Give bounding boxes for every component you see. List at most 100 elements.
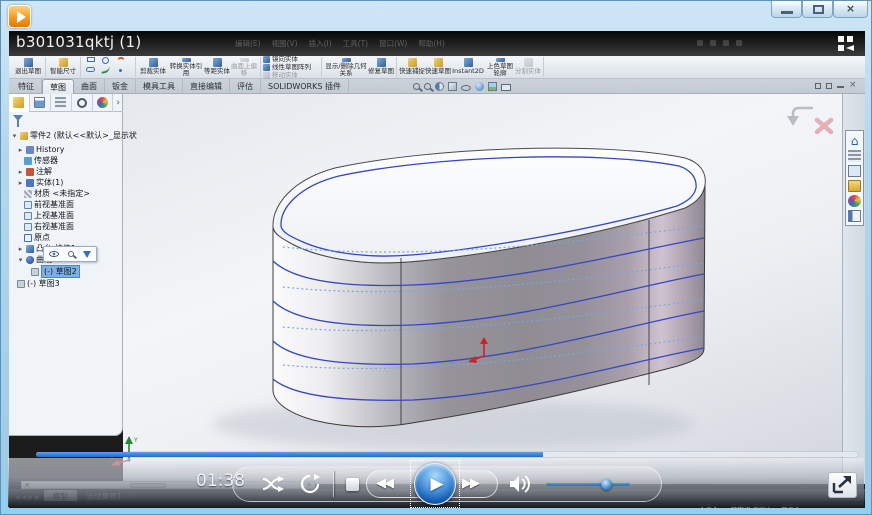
move-entities-icon xyxy=(263,72,270,79)
tree-item-sketch3[interactable]: (-) 草图3 xyxy=(17,278,60,289)
window-close-button[interactable]: × xyxy=(833,1,868,18)
titlebar[interactable]: × xyxy=(1,1,872,31)
edit-appearance-icon[interactable] xyxy=(475,82,484,91)
rewind-button[interactable]: ◀◀ xyxy=(376,476,392,491)
doc-minimize-icon[interactable] xyxy=(837,86,844,88)
featuremanager-tab[interactable] xyxy=(9,94,30,112)
annotations-icon xyxy=(26,168,34,176)
slot-icon[interactable] xyxy=(86,67,95,72)
normal-to-icon[interactable] xyxy=(83,251,91,258)
tree-item-front-plane[interactable]: 前视基准面 xyxy=(24,199,74,210)
video-title: b301031qktj (1) xyxy=(16,33,142,51)
fast-forward-button[interactable]: ▶▶ xyxy=(462,476,478,491)
seek-bar[interactable] xyxy=(36,452,858,457)
shuffle-button[interactable] xyxy=(262,475,286,493)
tree-item-material[interactable]: 材质 <未指定> xyxy=(24,188,90,199)
tab-sketch[interactable]: 草图 xyxy=(42,79,74,94)
design-library-icon[interactable] xyxy=(848,165,861,177)
material-icon xyxy=(24,190,32,198)
arc-icon[interactable] xyxy=(117,57,125,65)
zoom-fit-icon[interactable] xyxy=(413,83,420,90)
spline-icon[interactable] xyxy=(100,66,110,74)
volume-button[interactable] xyxy=(508,474,534,494)
mirror-entities-button[interactable]: 镜向实体 xyxy=(263,56,319,63)
file-explorer-icon[interactable] xyxy=(848,180,861,192)
fullscreen-button[interactable] xyxy=(828,472,857,498)
hide-show-items-icon[interactable] xyxy=(461,85,471,91)
tree-item-right-plane[interactable]: 右视基准面 xyxy=(24,221,74,232)
model-viewport[interactable] xyxy=(123,94,845,484)
window-minimize-button[interactable] xyxy=(771,1,802,18)
dimxpert-tab[interactable] xyxy=(72,94,93,112)
tree-item-sensors[interactable]: 传感器 xyxy=(24,155,58,166)
section-view-icon[interactable] xyxy=(435,82,444,91)
circle-icon[interactable] xyxy=(102,57,109,64)
tree-item-top-plane[interactable]: 上视基准面 xyxy=(24,210,74,221)
tab-evaluate[interactable]: 评估 xyxy=(230,79,261,94)
doc-new-window-icon[interactable] xyxy=(826,83,832,89)
tree-item-origin[interactable]: 原点 xyxy=(24,232,50,243)
trim-entities-button[interactable]: 剪裁实体 xyxy=(138,57,168,77)
propertymanager-tab[interactable] xyxy=(30,94,51,112)
view-orientation-icon[interactable] xyxy=(448,82,457,91)
resources-icon[interactable] xyxy=(848,150,861,162)
volume-slider[interactable] xyxy=(546,483,630,486)
history-icon xyxy=(26,146,34,154)
panel-overflow-chevron[interactable]: › xyxy=(113,98,123,108)
instant2d-icon xyxy=(464,58,473,67)
tree-item-annotations[interactable]: ▸注解 xyxy=(17,166,52,177)
convert-entities-button[interactable]: 转换实体引用 xyxy=(168,57,204,77)
hide-show-icon[interactable] xyxy=(49,251,59,257)
display-delete-relations-button[interactable]: 显示/删除几何关系 xyxy=(324,57,368,77)
play-button[interactable]: ▶ xyxy=(414,463,456,505)
tree-root-part[interactable]: ▾ 零件2 (默认<<默认>_显示状 xyxy=(11,130,137,141)
instant2d-button[interactable]: Instant2D xyxy=(451,57,485,77)
point-icon[interactable] xyxy=(119,69,122,72)
rectangle-icon[interactable] xyxy=(87,57,95,62)
view-settings-icon[interactable] xyxy=(501,84,511,91)
tree-item-history[interactable]: ▸History xyxy=(17,144,64,155)
tree-item-sketch2[interactable]: (-) 草图2 xyxy=(31,266,80,277)
doc-close-icon[interactable]: × xyxy=(849,81,857,90)
exit-sketch-button[interactable]: 退出草图 xyxy=(13,57,43,77)
tree-item-solid-bodies[interactable]: ▸实体(1) xyxy=(17,177,63,188)
tab-mold-tools[interactable]: 模具工具 xyxy=(136,79,183,94)
confirmation-corner[interactable] xyxy=(787,108,831,132)
offset-entities-button[interactable]: 等距实体 xyxy=(204,57,230,77)
quick-snaps-button[interactable]: 快速捕捉 xyxy=(399,57,425,77)
custom-properties-icon[interactable] xyxy=(848,210,861,222)
doc-restore-icon[interactable] xyxy=(815,83,821,89)
zoom-to-selection-icon[interactable] xyxy=(68,251,74,257)
menu-tools: 工具(T) xyxy=(343,38,368,49)
tab-features[interactable]: 特征 xyxy=(11,79,42,94)
rapid-sketch-button[interactable]: 快速草图 xyxy=(425,57,451,77)
cancel-sketch-icon[interactable] xyxy=(817,120,831,132)
app-play-icon xyxy=(8,5,31,28)
sketch-entities-cluster[interactable] xyxy=(83,57,133,77)
apply-scene-icon[interactable] xyxy=(488,82,497,91)
video-content[interactable]: b301031qktj (1) 编辑(E) 视图(V) 插入(I) 工具(T) … xyxy=(9,31,865,508)
fullscreen-icon xyxy=(829,473,856,497)
task-pane-icons: ⌂ xyxy=(845,130,864,226)
repair-sketch-button[interactable]: 修复草图 xyxy=(368,57,394,77)
tab-surfaces[interactable]: 曲面 xyxy=(74,79,105,94)
feature-tree-icon xyxy=(13,97,24,108)
configuration-tab[interactable] xyxy=(51,94,72,112)
appearances-scenes-icon[interactable] xyxy=(848,195,861,207)
appearances-tab[interactable] xyxy=(93,94,114,112)
video-restore-icon[interactable] xyxy=(838,36,860,53)
repeat-button[interactable] xyxy=(299,474,321,494)
smart-dimension-button[interactable]: 智能尺寸 xyxy=(48,57,78,77)
home-icon[interactable]: ⌂ xyxy=(848,135,861,147)
tab-direct-editing[interactable]: 直接编辑 xyxy=(183,79,230,94)
window-maximize-button[interactable] xyxy=(802,1,833,18)
volume-knob[interactable] xyxy=(601,479,612,490)
linear-pattern-button[interactable]: 线性草图阵列 xyxy=(263,64,319,71)
tab-solidworks-addins[interactable]: SOLIDWORKS 插件 xyxy=(261,79,349,94)
filter-funnel-icon[interactable] xyxy=(13,115,23,121)
tab-sheet-metal[interactable]: 钣金 xyxy=(105,79,136,94)
stop-button[interactable] xyxy=(346,478,359,491)
zoom-area-icon[interactable] xyxy=(424,83,431,90)
shaded-contours-button[interactable]: 上色草图轮廓 xyxy=(485,57,515,77)
video-title-banner: b301031qktj (1) 编辑(E) 视图(V) 插入(I) 工具(T) … xyxy=(9,31,865,56)
